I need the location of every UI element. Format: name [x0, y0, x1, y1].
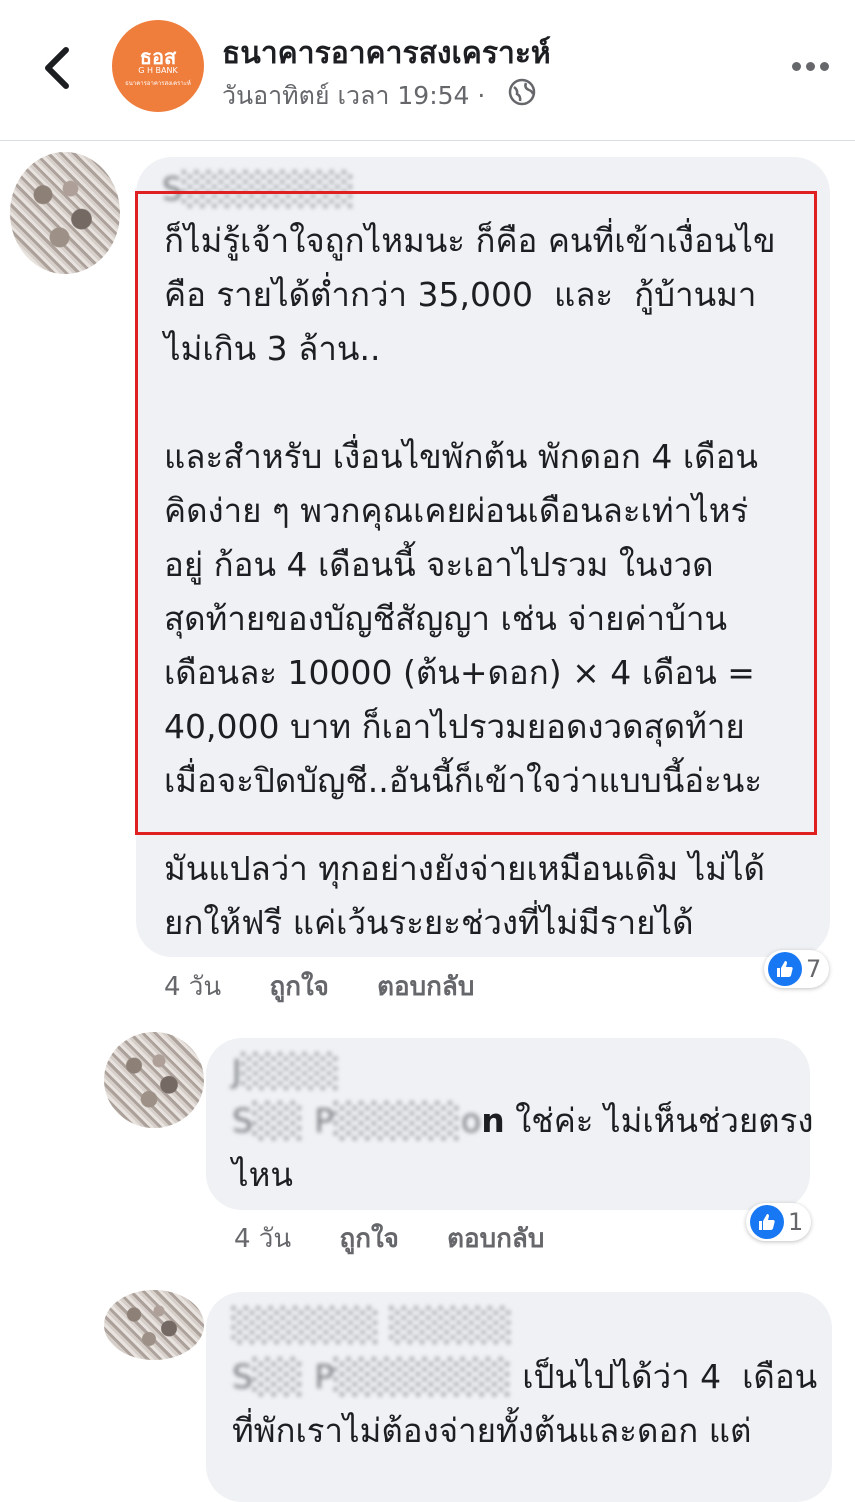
comment-text: มันแปลว่า ทุกอย่างยังจ่ายเหมือนเดิม ไม่ไ…	[164, 849, 765, 942]
like-icon	[768, 952, 802, 986]
comment-text-highlighted: ก็ไม่รู้เจ้าใจถูกไหมนะ ก็คือ คนที่เข้าเง…	[164, 221, 776, 800]
reaction-number: 1	[788, 1208, 804, 1236]
mention-tag[interactable]: S░░ P░░░░░░░	[232, 1357, 512, 1396]
post-timestamp: วันอาทิตย์ เวลา 19:54 ·	[222, 81, 486, 110]
reaction-count[interactable]: 7	[764, 950, 830, 988]
like-button[interactable]: ถูกใจ	[339, 1224, 398, 1254]
comment-author-name[interactable]: ░░░░░░ ░░░░░	[232, 1306, 513, 1344]
like-button[interactable]: ถูกใจ	[269, 972, 328, 1002]
comment-text: S░░ P░░░░░on ใช่ค่ะ ไม่เห็นช่วยตรง ไหน	[232, 1094, 813, 1202]
reply-button[interactable]: ตอบกลับ	[377, 972, 474, 1002]
logo-sub: G H BANK	[138, 66, 178, 75]
reply-button[interactable]: ตอบกลับ	[447, 1224, 544, 1254]
comment-actions: 4 วัน ถูกใจ ตอบกลับ	[164, 966, 514, 1007]
back-icon[interactable]	[38, 44, 78, 92]
logo-tagline: ธนาคารอาคารสงเคราะห์	[125, 80, 191, 87]
page-name[interactable]: ธนาคารอาคารสงเคราะห์	[222, 30, 551, 77]
commenter-avatar[interactable]	[10, 152, 120, 274]
logo-brand: ธอส	[139, 45, 177, 69]
commenter-avatar[interactable]	[104, 1290, 204, 1360]
page-avatar-logo[interactable]: ธอส G H BANK ธนาคารอาคารสงเคราะห์	[112, 20, 204, 112]
comment-time: 4 วัน	[164, 972, 222, 1002]
comment-time: 4 วัน	[234, 1224, 292, 1254]
commenter-avatar[interactable]	[104, 1032, 204, 1128]
post-header: ธอส G H BANK ธนาคารอาคารสงเคราะห์ ธนาคาร…	[0, 0, 855, 141]
reaction-number: 7	[806, 955, 822, 983]
mention-tail[interactable]: n	[481, 1101, 505, 1140]
mention-tag[interactable]: S░░ P░░░░░o	[232, 1101, 481, 1140]
comment-text: S░░ P░░░░░░░ เป็นไปได้ว่า 4 เดือน ที่พัก…	[232, 1350, 817, 1458]
comment-author-name[interactable]: J░░░░	[232, 1052, 340, 1090]
comment-actions: 4 วัน ถูกใจ ตอบกลับ	[234, 1218, 584, 1259]
reaction-count[interactable]: 1	[746, 1203, 812, 1241]
like-icon	[750, 1205, 784, 1239]
more-options-icon[interactable]	[790, 54, 830, 80]
globe-icon	[508, 78, 536, 106]
